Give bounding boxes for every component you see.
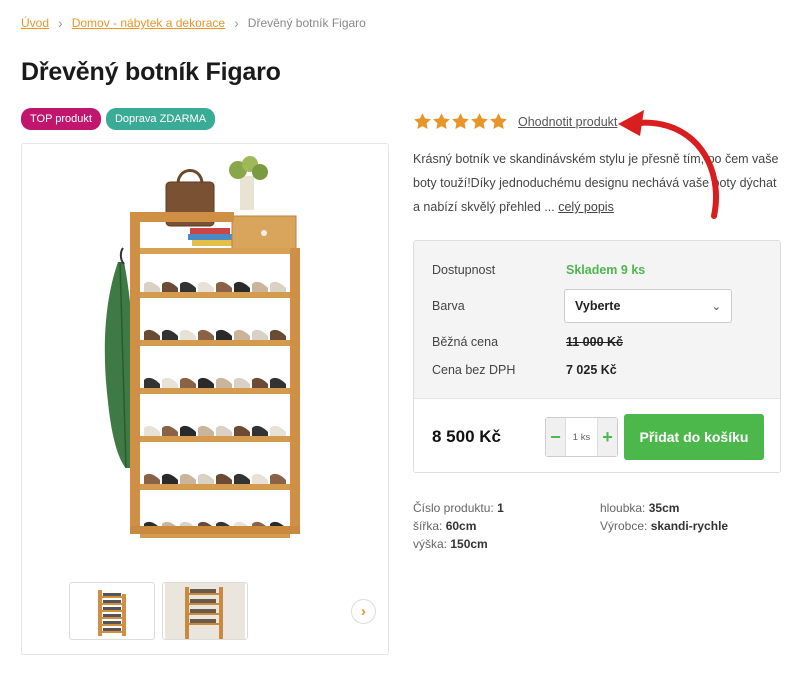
spec-height: výška: 150cm	[413, 537, 488, 551]
product-rating: Ohodnotit produkt	[413, 112, 617, 131]
add-to-cart-button[interactable]: Přidat do košíku	[624, 414, 764, 460]
quantity-decrease-button[interactable]: −	[546, 418, 565, 456]
gallery-thumbnail[interactable]	[162, 582, 248, 640]
spec-maker: Výrobce: skandi-rychle	[600, 519, 729, 533]
breadcrumb-home-link[interactable]: Úvod	[21, 16, 49, 30]
product-price: 8 500 Kč	[432, 427, 501, 446]
breadcrumb-separator-icon: ›	[234, 15, 239, 31]
price-no-vat-label: Cena bez DPH	[432, 363, 516, 377]
spec-width: šířka: 60cm	[413, 519, 477, 533]
breadcrumb-separator-icon: ›	[58, 15, 63, 31]
product-badges: TOP produkt Doprava ZDARMA	[21, 108, 216, 130]
breadcrumb-category-link[interactable]: Domov - nábytek a dekorace	[72, 16, 225, 30]
product-params: Dostupnost Skladem 9 ks Barva Vyberte ⌄ …	[414, 241, 780, 398]
star-icon	[433, 113, 450, 129]
purchase-box: Dostupnost Skladem 9 ks Barva Vyberte ⌄ …	[413, 240, 781, 473]
star-icon	[452, 113, 469, 129]
spec-depth: hloubka: 35cm	[600, 501, 680, 515]
breadcrumb-current: Dřevěný botník Figaro	[247, 16, 366, 30]
full-description-link[interactable]: celý popis	[558, 200, 614, 214]
cart-row: 8 500 Kč − 1 ks + Přidat do košíku	[414, 398, 780, 472]
quantity-input[interactable]: 1 ks	[565, 418, 598, 456]
free-shipping-badge: Doprava ZDARMA	[105, 108, 216, 130]
color-label: Barva	[432, 299, 465, 313]
chevron-down-icon: ⌄	[711, 300, 721, 313]
price-no-vat-value: 7 025 Kč	[566, 363, 617, 377]
gallery-thumbnail[interactable]	[69, 582, 155, 640]
product-image[interactable]	[90, 152, 320, 568]
gallery-next-button[interactable]: ›	[351, 599, 376, 624]
rate-product-link[interactable]: Ohodnotit produkt	[518, 115, 617, 129]
availability-value: Skladem 9 ks	[566, 263, 646, 277]
quantity-increase-button[interactable]: +	[598, 418, 617, 456]
star-icon	[490, 113, 507, 129]
chevron-right-icon: ›	[361, 603, 366, 620]
rating-stars	[413, 112, 508, 131]
page-title: Dřevěný botník Figaro	[21, 58, 281, 86]
color-select[interactable]: Vyberte ⌄	[564, 289, 732, 323]
top-product-badge: TOP produkt	[21, 108, 101, 130]
color-select-value: Vyberte	[575, 299, 621, 313]
star-icon	[414, 113, 431, 129]
quantity-stepper: − 1 ks +	[545, 417, 618, 457]
star-icon	[471, 113, 488, 129]
spec-product-number: Číslo produktu: 1	[413, 501, 504, 515]
regular-price-label: Běžná cena	[432, 335, 499, 349]
thumbnail-image	[98, 590, 126, 636]
product-description: Krásný botník ve skandinávském stylu je …	[413, 147, 785, 219]
breadcrumb: Úvod › Domov - nábytek a dekorace › Dřev…	[21, 15, 366, 31]
product-gallery: ›	[21, 143, 389, 655]
thumbnail-image	[165, 583, 245, 639]
regular-price-value: 11 000 Kč	[566, 335, 623, 349]
availability-label: Dostupnost	[432, 263, 496, 277]
